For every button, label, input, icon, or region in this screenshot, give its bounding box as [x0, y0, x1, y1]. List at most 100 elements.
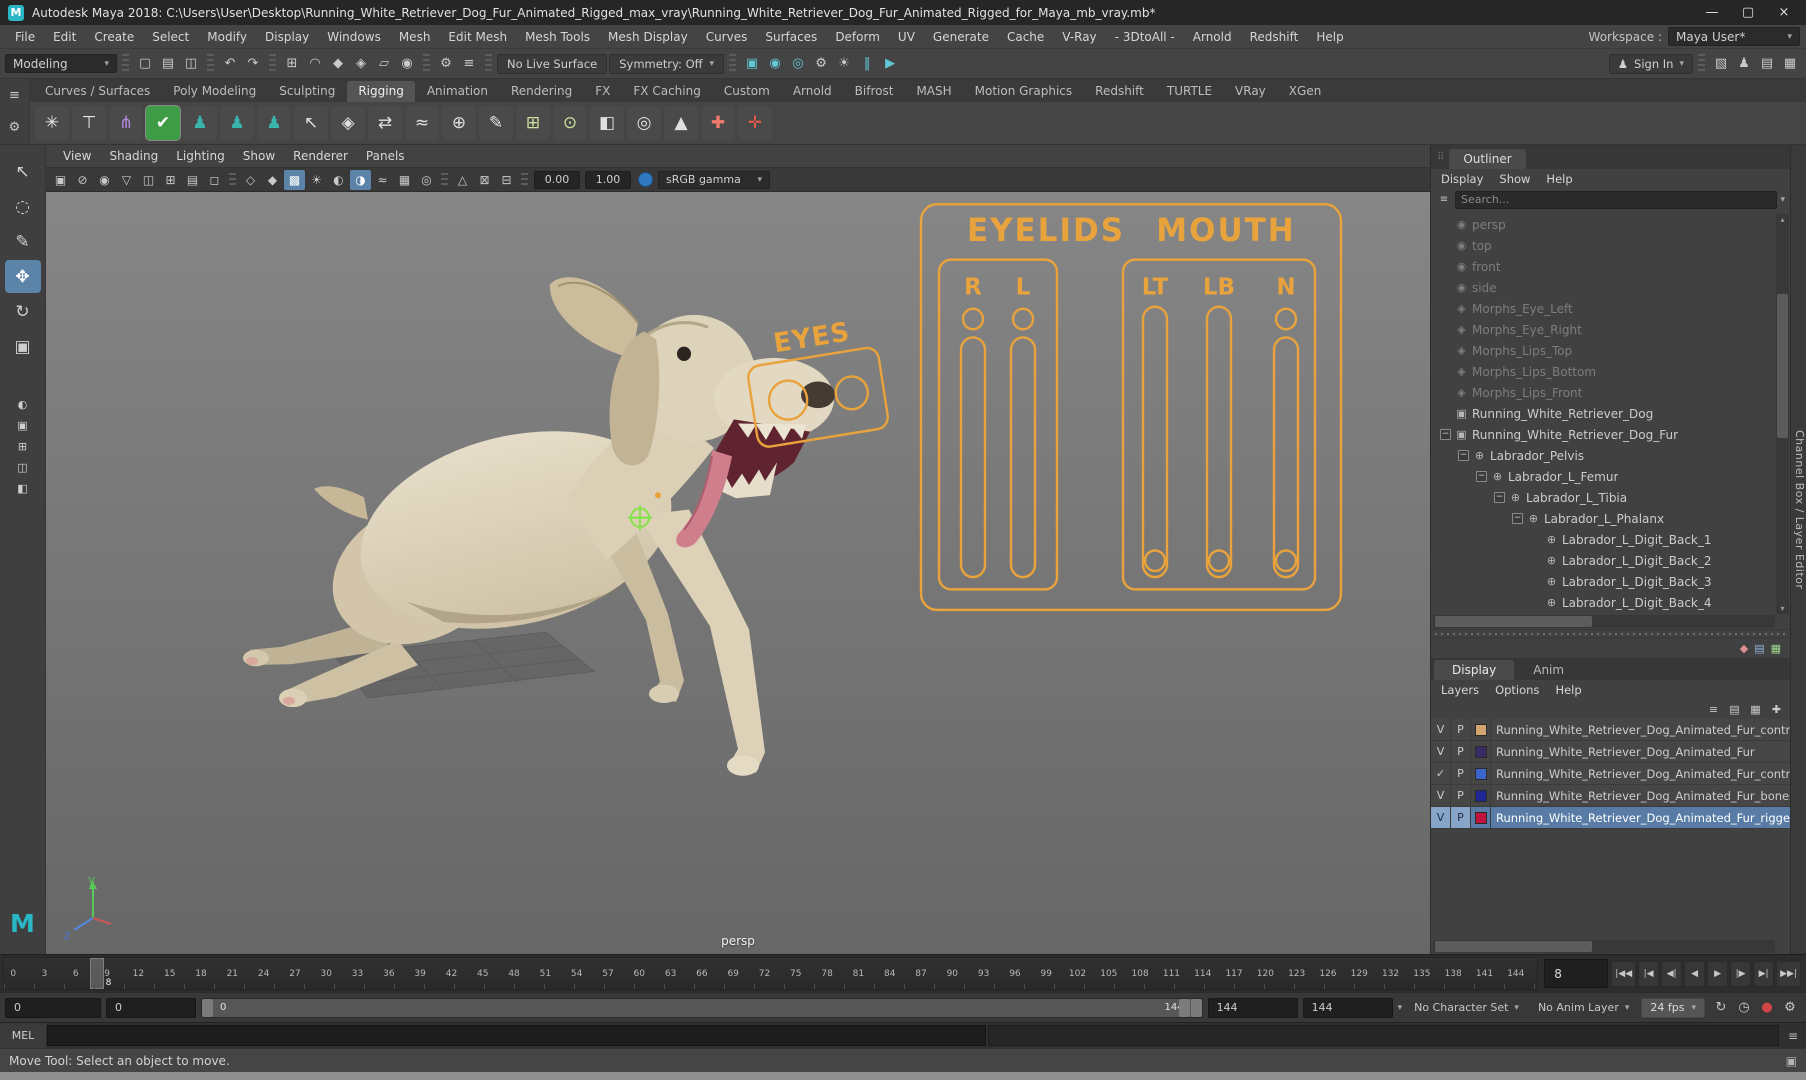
- bookmark-outliner-icon[interactable]: ◆: [1740, 642, 1748, 655]
- menu-item[interactable]: Mesh Display: [599, 27, 697, 47]
- input-operations-icon[interactable]: ⚙: [435, 53, 457, 75]
- layer-horizontal-scrollbar[interactable]: [1433, 940, 1775, 953]
- outliner-item[interactable]: ⊕ Labrador_L_Digit_Back_2: [1434, 550, 1772, 571]
- expand-toggle[interactable]: [1530, 597, 1541, 608]
- shelf-tab[interactable]: FX: [584, 81, 621, 102]
- layer-visibility-toggle[interactable]: V: [1431, 719, 1451, 740]
- snap-point-icon[interactable]: ◆: [327, 53, 349, 75]
- shelf-tab[interactable]: Curves / Surfaces: [34, 81, 161, 102]
- menu-item[interactable]: Create: [85, 27, 143, 47]
- expand-toggle[interactable]: −: [1476, 471, 1487, 482]
- scrollbar-thumb[interactable]: [1435, 941, 1593, 952]
- layer-playback-toggle[interactable]: P: [1451, 763, 1471, 784]
- redo-icon[interactable]: ↷: [242, 53, 264, 75]
- make-live-icon[interactable]: ◉: [396, 53, 418, 75]
- expand-toggle[interactable]: [1440, 261, 1451, 272]
- paint-skin-weights-icon[interactable]: ✎: [479, 106, 513, 140]
- lights-icon[interactable]: ☀: [306, 170, 327, 190]
- outliner-item[interactable]: ⊕ Labrador_L_Digit_Back_4: [1434, 592, 1772, 613]
- play-forwards-button[interactable]: ▶: [1707, 960, 1729, 987]
- timeline-playhead[interactable]: 8: [89, 958, 111, 989]
- outliner-item[interactable]: ◉ side: [1434, 277, 1772, 298]
- move-tool[interactable]: ✥: [4, 260, 41, 293]
- outliner-item[interactable]: − ⊕ Labrador_Pelvis: [1434, 445, 1772, 466]
- eyelid-r-controller[interactable]: [961, 307, 985, 331]
- shelf-tab[interactable]: Animation: [416, 81, 499, 102]
- playback-start-field[interactable]: 0: [106, 997, 196, 1018]
- layer-row[interactable]: ✓ P Running_White_Retriever_Dog_Animated…: [1431, 763, 1790, 785]
- outliner-item[interactable]: − ⊕ Labrador_L_Tibia: [1434, 487, 1772, 508]
- eyelid-r-slider[interactable]: [959, 336, 987, 579]
- mouth-lt-slider[interactable]: [1141, 305, 1169, 579]
- menu-item[interactable]: - 3DtoAll -: [1106, 27, 1184, 47]
- shelf-tab[interactable]: Custom: [713, 81, 781, 102]
- layer-editor-tab[interactable]: Anim: [1515, 660, 1582, 680]
- menu-item[interactable]: UV: [889, 27, 924, 47]
- maximize-button[interactable]: ▢: [1730, 2, 1766, 24]
- outliner-item[interactable]: ◉ persp: [1434, 214, 1772, 235]
- camera-tools-icon[interactable]: ▣: [50, 170, 71, 190]
- animation-end-field[interactable]: 144: [1302, 997, 1393, 1018]
- last-tool-button[interactable]: ◐: [7, 395, 39, 414]
- go-to-start-button[interactable]: |◀◀: [1611, 960, 1637, 987]
- pose-editor-icon[interactable]: ▲: [664, 106, 698, 140]
- channel-box-icon[interactable]: ▦: [1779, 53, 1801, 75]
- layer-color-cell[interactable]: [1471, 741, 1491, 762]
- multisample-icon[interactable]: ▦: [394, 170, 415, 190]
- shelf-tab[interactable]: Bifrost: [844, 81, 905, 102]
- snap-projected-center-icon[interactable]: ◈: [350, 53, 372, 75]
- layer-row[interactable]: V P Running_White_Retriever_Dog_Animated…: [1431, 719, 1790, 741]
- mirror-joint-icon[interactable]: ⇄: [368, 106, 402, 140]
- layer-editor-menu-item[interactable]: Layers: [1433, 681, 1487, 699]
- undo-icon[interactable]: ↶: [219, 53, 241, 75]
- light-editor-icon[interactable]: ☀: [833, 53, 855, 75]
- render-current-frame-icon[interactable]: ◉: [764, 53, 786, 75]
- range-start-handle[interactable]: [202, 998, 213, 1017]
- create-controller-icon[interactable]: ↖: [294, 106, 328, 140]
- rotate-tool[interactable]: ↻: [5, 295, 41, 328]
- outliner-item[interactable]: − ▣ Running_White_Retriever_Dog_Fur: [1434, 424, 1772, 445]
- mouth-n-slider[interactable]: [1272, 336, 1300, 579]
- range-slider[interactable]: 0 144: [201, 997, 1203, 1018]
- hik-window-icon[interactable]: ♟: [1733, 53, 1755, 75]
- search-input[interactable]: [1455, 190, 1778, 209]
- workspace-selector[interactable]: Maya User* ▾: [1668, 27, 1800, 46]
- layer-visibility-toggle[interactable]: V: [1431, 807, 1451, 828]
- menu-item[interactable]: Generate: [924, 27, 998, 47]
- outliner-item[interactable]: ◈ Morphs_Lips_Front: [1434, 382, 1772, 403]
- command-input[interactable]: [47, 1025, 987, 1046]
- outliner-item[interactable]: − ⊕ Labrador_L_Femur: [1434, 466, 1772, 487]
- layer-color-cell[interactable]: [1471, 785, 1491, 806]
- modeling-toolkit-icon[interactable]: ▧: [1710, 53, 1732, 75]
- expand-toggle[interactable]: [1440, 366, 1451, 377]
- shadows-icon[interactable]: ◐: [328, 170, 349, 190]
- skeleton-icon[interactable]: ⋔: [109, 106, 143, 140]
- right-eye-controller[interactable]: [833, 374, 870, 411]
- filter-icon[interactable]: ≡: [1436, 192, 1452, 208]
- menu-item[interactable]: Mesh Tools: [516, 27, 599, 47]
- evaluation-mode-icon[interactable]: ▶: [879, 53, 901, 75]
- range-end-handle-2[interactable]: [1190, 998, 1202, 1017]
- orient-constraint-icon[interactable]: ✛: [738, 106, 772, 140]
- expand-toggle[interactable]: −: [1440, 429, 1451, 440]
- isolate-select-icon[interactable]: △: [452, 170, 473, 190]
- new-scene-icon[interactable]: ▢: [134, 53, 156, 75]
- expand-toggle[interactable]: [1440, 282, 1451, 293]
- exposure-field[interactable]: 0.00: [534, 170, 580, 189]
- layer-color-cell[interactable]: [1471, 807, 1491, 828]
- expand-toggle[interactable]: [1530, 534, 1541, 545]
- expand-toggle[interactable]: [1440, 219, 1451, 230]
- shelf-tab[interactable]: Poly Modeling: [162, 81, 267, 102]
- layer-color-swatch[interactable]: [1474, 767, 1487, 780]
- minimize-button[interactable]: —: [1694, 2, 1730, 24]
- menu-item[interactable]: Select: [143, 27, 198, 47]
- shelf-tab[interactable]: VRay: [1224, 81, 1277, 102]
- menu-item[interactable]: V-Ray: [1053, 27, 1105, 47]
- expand-toggle[interactable]: −: [1494, 492, 1505, 503]
- drag-grip-icon[interactable]: ⠿: [1437, 152, 1444, 163]
- play-backwards-button[interactable]: ◀: [1684, 960, 1706, 987]
- expand-toggle[interactable]: [1530, 555, 1541, 566]
- menu-item[interactable]: Modify: [198, 27, 256, 47]
- outliner-item[interactable]: ▣ Running_White_Retriever_Dog: [1434, 403, 1772, 424]
- animation-preferences-icon[interactable]: ⚙: [1779, 997, 1801, 1019]
